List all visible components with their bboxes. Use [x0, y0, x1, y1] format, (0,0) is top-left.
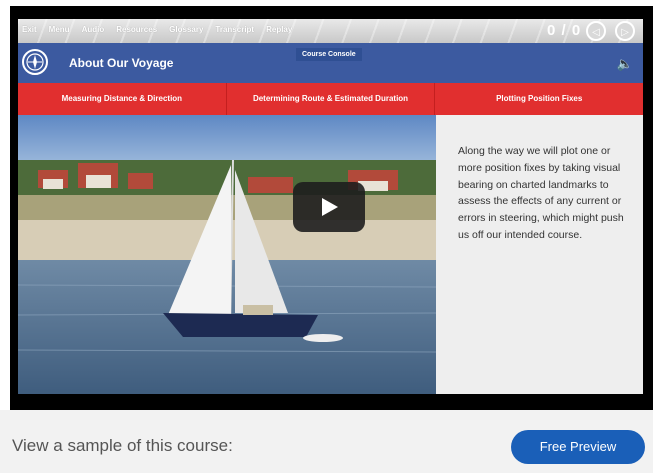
tab-plotting-fixes[interactable]: Plotting Position Fixes [435, 83, 643, 115]
menu-resources[interactable]: Resources [116, 25, 157, 34]
tab-measuring-distance[interactable]: Measuring Distance & Direction [18, 83, 227, 115]
text-panel: Along the way we will plot one or more p… [436, 115, 643, 394]
menu-exit[interactable]: Exit [22, 25, 37, 34]
topic-tabs: Measuring Distance & Direction Determini… [18, 83, 643, 115]
menu-replay[interactable]: Replay [266, 25, 292, 34]
page-title: About Our Voyage [69, 56, 174, 70]
menu-audio[interactable]: Audio [82, 25, 105, 34]
top-menu-bar: Exit Menu Audio Resources Glossary Trans… [18, 19, 643, 43]
next-arrow-icon[interactable]: ▷ [615, 21, 635, 41]
top-menu: Exit Menu Audio Resources Glossary Trans… [22, 25, 292, 34]
preview-footer: View a sample of this course: Free Previ… [0, 410, 653, 473]
page-counter: 0 / 0 [547, 22, 582, 39]
play-icon[interactable] [293, 182, 365, 232]
compass-icon [22, 49, 48, 75]
menu-menu[interactable]: Menu [49, 25, 70, 34]
body-text: Along the way we will plot one or more p… [458, 145, 624, 241]
sample-text: View a sample of this course: [12, 436, 233, 455]
menu-transcript[interactable]: Transcript [215, 25, 254, 34]
course-header: About Our Voyage Course Console 🔈 [18, 43, 643, 83]
sailboat-photo [18, 115, 436, 394]
speaker-mute-icon[interactable]: 🔈 [617, 56, 633, 72]
course-console-button[interactable]: Course Console [296, 48, 362, 61]
tab-determining-route[interactable]: Determining Route & Estimated Duration [227, 83, 436, 115]
prev-arrow-icon[interactable]: ◁ [586, 21, 606, 41]
menu-glossary[interactable]: Glossary [169, 25, 203, 34]
free-preview-button[interactable]: Free Preview [511, 430, 645, 464]
